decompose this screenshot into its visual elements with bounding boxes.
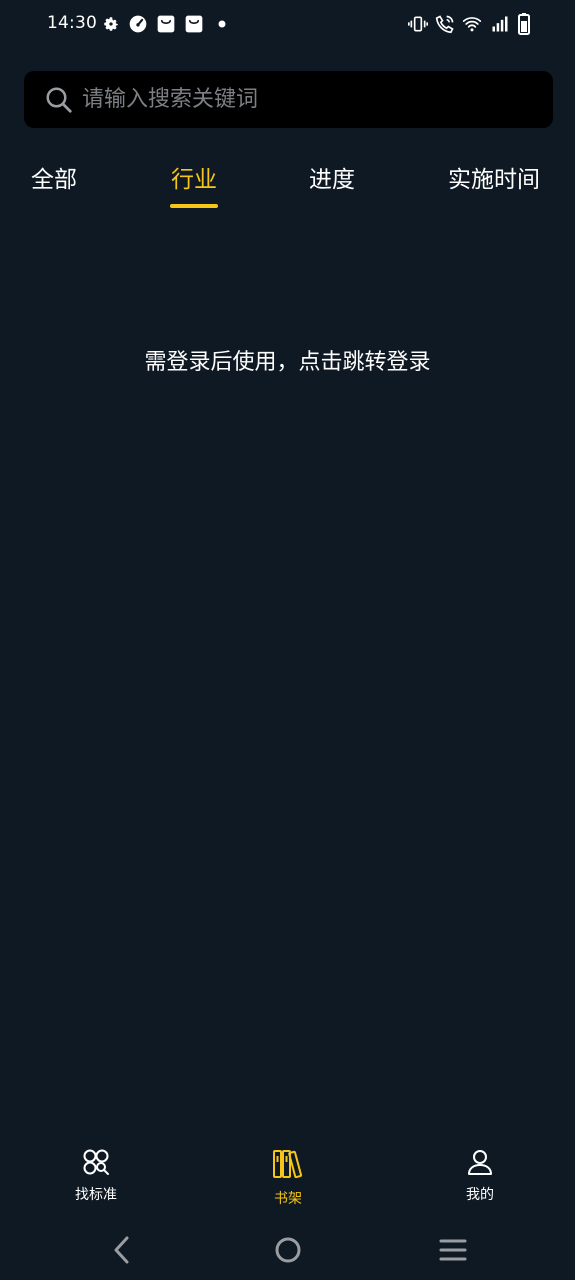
status-bar: 14:30	[0, 0, 575, 48]
dot-icon	[212, 14, 232, 34]
search-icon	[44, 85, 74, 119]
app-screen: 14:30 请输入搜索关键词 全部 行业 进度 实施时间 需登录后使用，点击跳转…	[0, 0, 575, 1280]
nav-label: 找标准	[75, 1187, 117, 1203]
nav-mine[interactable]: 我的	[430, 1148, 530, 1204]
signal-icon	[489, 14, 511, 34]
tab-label: 实施时间	[448, 167, 540, 193]
gear-icon	[102, 15, 120, 33]
status-time: 14:30	[47, 13, 97, 33]
shopping-bag-icon	[184, 14, 204, 34]
home-icon[interactable]	[274, 1234, 302, 1270]
search-input[interactable]	[82, 71, 542, 128]
tab-all[interactable]: 全部	[31, 160, 77, 210]
nav-bookshelf[interactable]: 书架	[238, 1148, 338, 1208]
active-tab-indicator	[170, 204, 218, 208]
bottom-nav: 找标准 书架 我的	[0, 1148, 575, 1220]
back-icon[interactable]	[108, 1234, 136, 1270]
filter-tabs: 全部 行业 进度 实施时间	[0, 160, 575, 216]
status-left-icons	[102, 14, 240, 34]
user-icon	[466, 1148, 494, 1180]
shopping-bag-icon	[156, 14, 176, 34]
nav-label: 我的	[466, 1187, 494, 1203]
system-nav-bar	[0, 1222, 575, 1280]
find-standards-icon	[82, 1148, 110, 1180]
nav-label: 书架	[274, 1191, 302, 1207]
tab-label: 进度	[309, 167, 355, 193]
search-bar[interactable]	[24, 71, 553, 128]
battery-icon	[517, 13, 531, 35]
tab-industry[interactable]: 行业	[170, 160, 218, 210]
nav-find-standards[interactable]: 找标准	[46, 1148, 146, 1204]
wifi-call-icon	[435, 14, 455, 34]
tab-progress[interactable]: 进度	[309, 160, 355, 210]
wifi-icon	[461, 14, 483, 34]
tab-implementation-time[interactable]: 实施时间	[448, 160, 540, 210]
speedometer-icon	[128, 14, 148, 34]
bookshelf-icon	[272, 1148, 304, 1184]
tab-label: 行业	[171, 167, 217, 193]
status-right-icons	[401, 13, 531, 35]
vibrate-icon	[407, 14, 429, 34]
tab-label: 全部	[31, 167, 77, 193]
menu-icon[interactable]	[438, 1234, 468, 1270]
login-prompt-link[interactable]: 需登录后使用，点击跳转登录	[0, 344, 575, 376]
